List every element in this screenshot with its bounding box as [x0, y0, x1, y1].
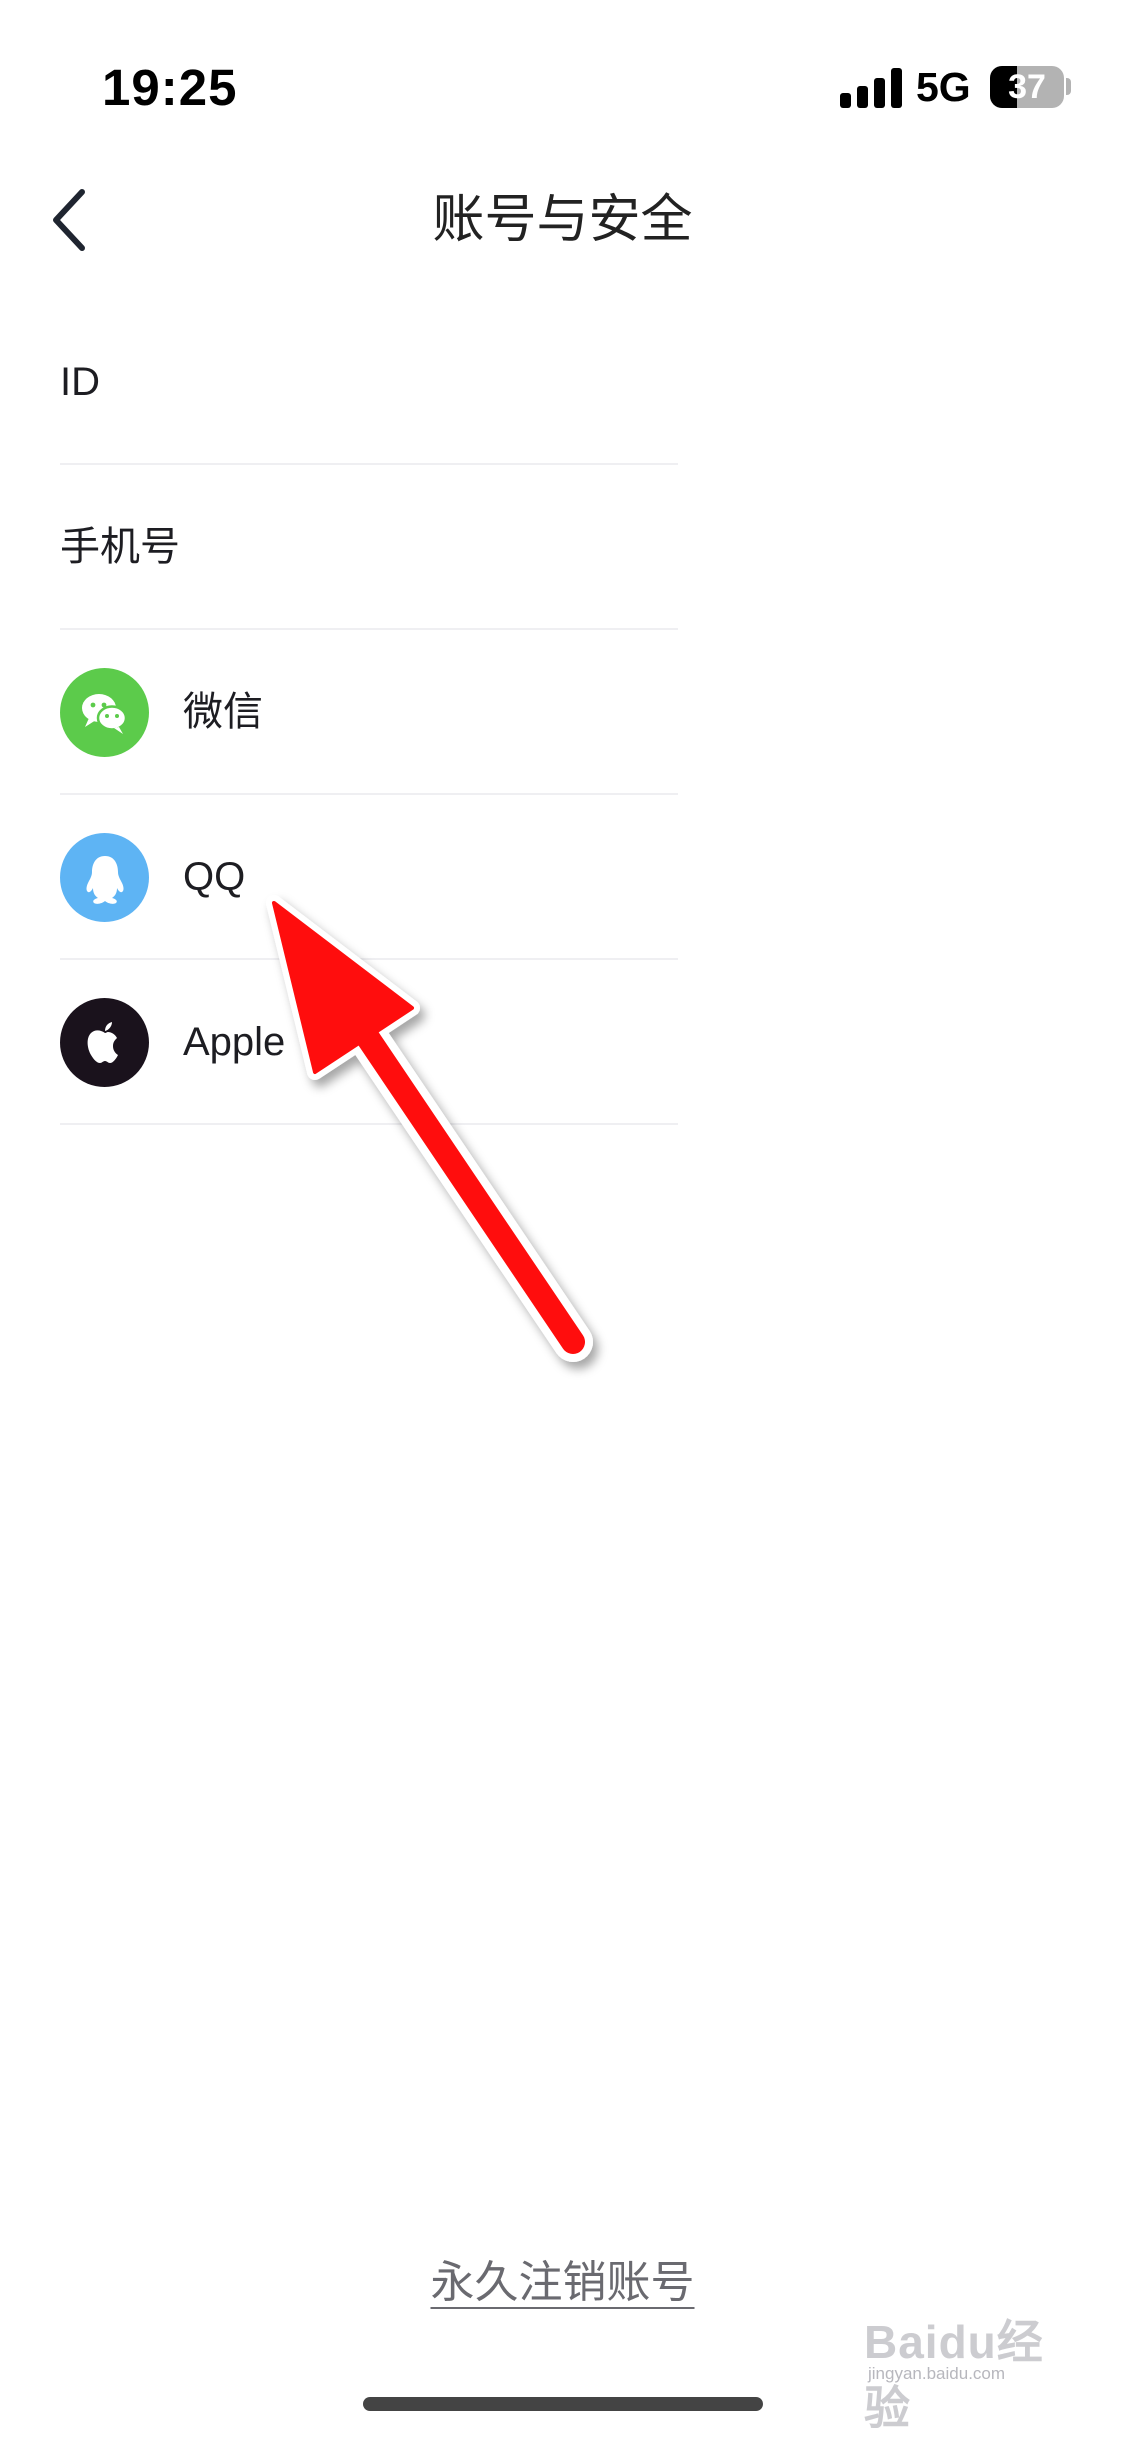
- settings-row-apple[interactable]: Apple: [0, 960, 1125, 1125]
- settings-row-phone[interactable]: 手机号: [0, 465, 1125, 630]
- qq-penguin-icon: [60, 833, 149, 922]
- row-label: 微信: [183, 690, 263, 734]
- battery-cap: [1066, 78, 1071, 95]
- status-time: 19:25: [102, 59, 238, 116]
- settings-row-wechat[interactable]: 微信: [0, 630, 1125, 795]
- row-divider: [60, 1123, 678, 1125]
- row-label: QQ: [183, 855, 246, 899]
- row-label: 手机号: [60, 525, 180, 569]
- page-title: 账号与安全: [432, 191, 693, 249]
- network-type: 5G: [916, 64, 971, 110]
- battery-level: 37: [1008, 68, 1046, 106]
- watermark-url: jingyan.baidu.com: [868, 2364, 1006, 2383]
- wechat-icon: [60, 668, 149, 757]
- row-label: ID: [60, 360, 100, 404]
- battery-icon: 37: [990, 66, 1064, 108]
- home-indicator[interactable]: [363, 2397, 763, 2411]
- settings-row-qq[interactable]: QQ: [0, 795, 1125, 960]
- cellular-signal-icon: [840, 68, 902, 108]
- row-label: Apple: [183, 1020, 286, 1064]
- settings-row-id[interactable]: ID: [0, 300, 1125, 465]
- status-bar: 19:25 5G 37: [0, 0, 1125, 150]
- apple-icon: [60, 998, 149, 1087]
- settings-list: ID 手机号 微信 QQ Apple: [0, 300, 1125, 1125]
- baidu-jingyan-watermark: Baidu经验 jingyan.baidu.com: [858, 2296, 1073, 2434]
